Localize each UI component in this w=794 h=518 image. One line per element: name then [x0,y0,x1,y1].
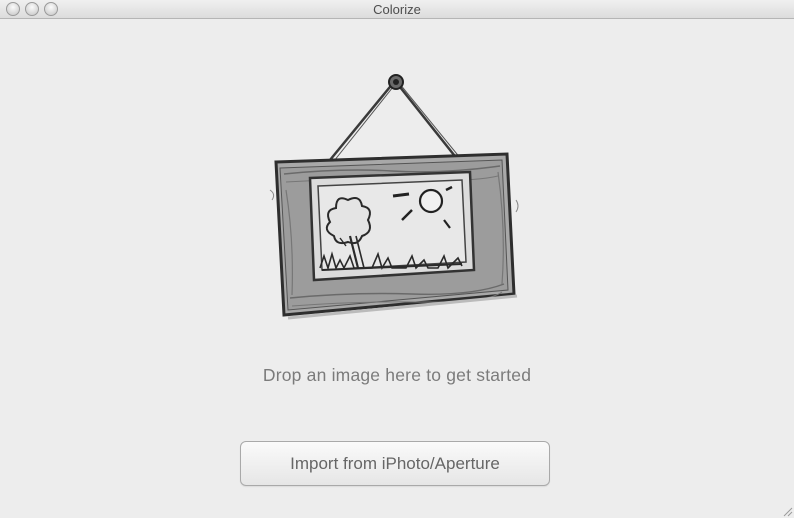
title-bar[interactable]: Colorize [0,0,794,19]
window-title: Colorize [373,2,421,17]
drop-image-prompt: Drop an image here to get started [262,365,532,385]
window-resize-grip[interactable] [781,505,793,517]
import-from-iphoto-aperture-button[interactable]: Import from iPhoto/Aperture [240,441,550,486]
image-drop-zone[interactable]: Drop an image here to get started Import… [0,20,794,518]
colorize-window: Colorize Drop an image here to get start… [0,0,794,518]
framed-picture-sketch-icon [269,74,519,320]
